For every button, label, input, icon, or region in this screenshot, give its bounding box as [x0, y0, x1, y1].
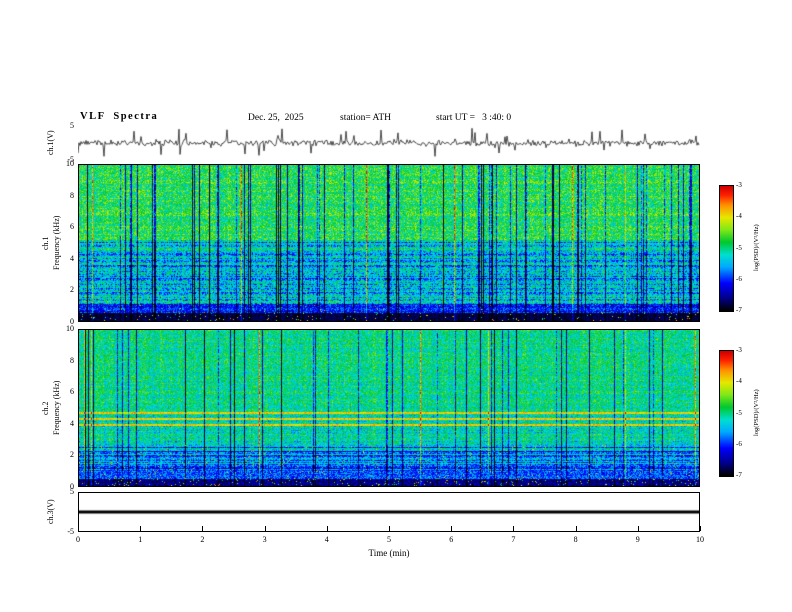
ch3-waveform-canvas: [79, 493, 699, 531]
x-tick-label: 2: [200, 535, 205, 544]
y-tick-label: 5: [70, 121, 74, 130]
ch1-waveform-canvas: [78, 126, 700, 160]
x-axis-label: Time (min): [368, 548, 410, 558]
ch1-spectrogram-panel: [78, 164, 700, 322]
y-tick-label: -5: [67, 155, 74, 164]
station-label: station= ATH: [340, 113, 392, 123]
colorbar-tick-label: -7: [736, 306, 742, 314]
ch2-colorbar-label: log(PSD)/(V²/Hz): [753, 389, 760, 436]
x-tick-label: 9: [635, 535, 640, 544]
ch2-colorbar-canvas: [719, 350, 734, 477]
ch1-waveform-ylabel: ch.1(V): [46, 130, 55, 156]
colorbar-tick-label: -5: [736, 408, 742, 417]
x-tick-label: 1: [138, 535, 143, 544]
x-tick-label: 5: [387, 535, 391, 544]
colorbar-tick-label: -4: [736, 377, 742, 386]
colorbar-tick-label: -4: [736, 212, 742, 221]
x-tick-label: 3: [262, 535, 267, 544]
ch2-spectrogram-ylabel: Frequency (kHz): [52, 380, 61, 436]
date-label: Dec. 25, 2025: [248, 113, 304, 123]
x-tick-label: 4: [324, 535, 329, 544]
ch1-waveform-panel: [78, 126, 700, 160]
colorbar-tick-label: -6: [736, 439, 742, 448]
x-tick-label: 0: [76, 535, 80, 544]
x-tick-label: 7: [511, 535, 516, 544]
ch1-colorbar: [719, 185, 734, 312]
ch2-colorbar: [719, 350, 734, 477]
ch1-colorbar-canvas: [719, 185, 734, 312]
ch1-colorbar-label: log(PSD)/(V²/Hz): [753, 224, 760, 271]
colorbar-tick-label: -6: [736, 274, 742, 283]
ch2-spectrogram-panel: [78, 329, 700, 487]
x-tick-label: 6: [449, 535, 454, 544]
ch3-waveform-ylabel: ch.3(V): [46, 499, 55, 525]
start-ut-label: start UT = 3 :40: 0: [436, 113, 512, 123]
figure-title: VLF Spectra: [80, 111, 159, 122]
x-tick-mark: [700, 526, 701, 531]
ch1-spectrogram-canvas: [79, 165, 699, 321]
x-tick-label: 10: [696, 535, 704, 544]
vlf-spectra-figure: VLF Spectra Dec. 25, 2025 station= ATH s…: [0, 0, 792, 612]
colorbar-tick-label: -7: [736, 471, 742, 479]
ch2-spectrogram-canvas: [79, 330, 699, 486]
ch2-spectrogram-channel-label: ch.2: [41, 401, 50, 415]
y-tick-label: -5: [67, 527, 74, 536]
ch3-waveform-panel: [78, 492, 700, 532]
x-tick-label: 8: [573, 535, 578, 544]
y-tick-label: 5: [70, 487, 74, 496]
ch1-spectrogram-ylabel: Frequency (kHz): [52, 215, 61, 271]
ch1-spectrogram-channel-label: ch.1: [41, 236, 50, 250]
colorbar-tick-label: -3: [736, 181, 742, 189]
colorbar-tick-label: -5: [736, 243, 742, 252]
colorbar-tick-label: -3: [736, 346, 742, 354]
